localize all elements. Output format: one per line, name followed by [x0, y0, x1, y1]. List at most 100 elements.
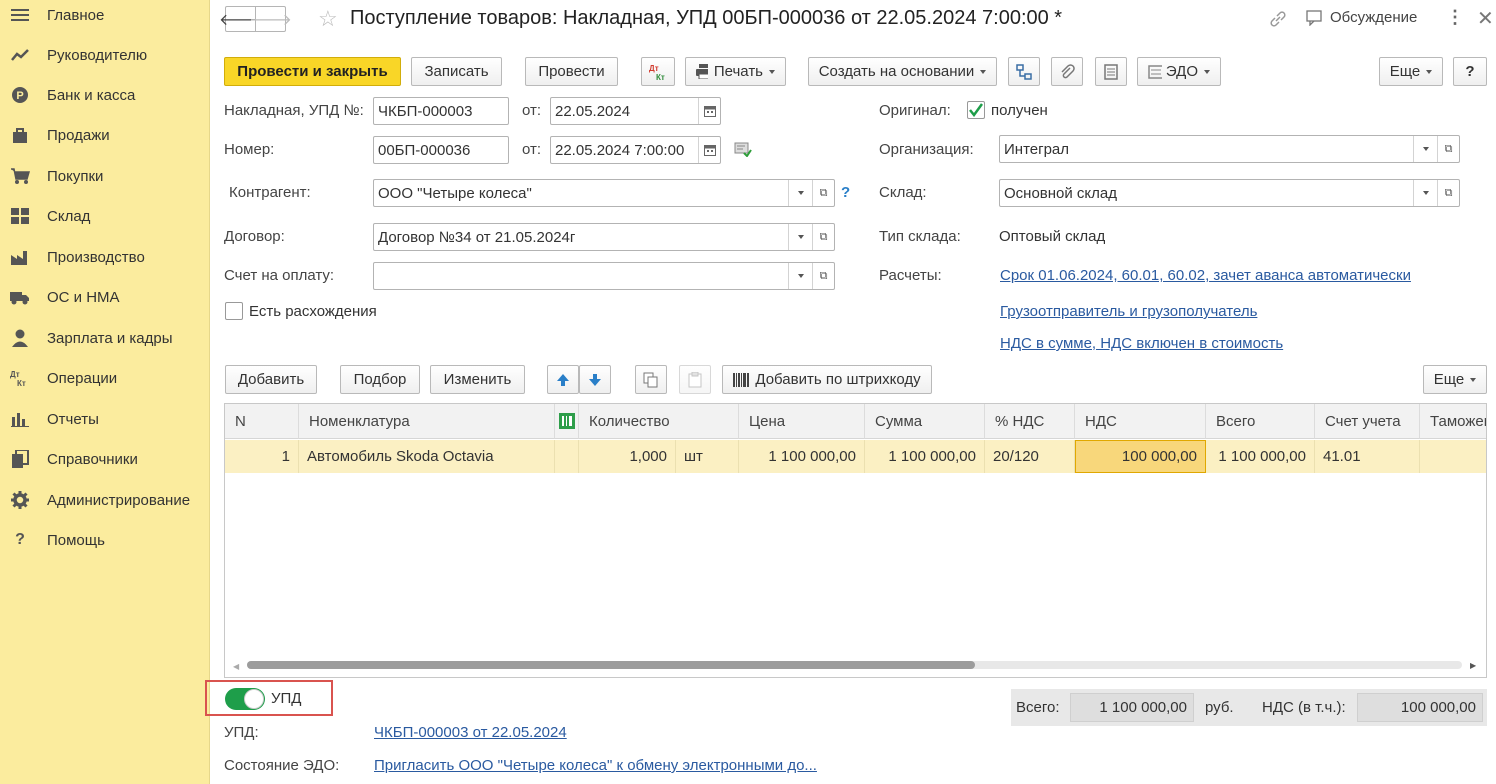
cell-sum[interactable]: 1 100 000,00 [865, 440, 985, 473]
column-header-price[interactable]: Цена [739, 404, 865, 439]
document-icon [1104, 63, 1118, 80]
column-header-quantity[interactable]: Количество [579, 404, 739, 439]
dropdown-icon[interactable] [1413, 180, 1437, 206]
scroll-left-icon[interactable]: ◀ [233, 662, 239, 671]
sidebar-item-bank[interactable]: P Банк и касса [0, 80, 209, 110]
edo-button[interactable]: ЭДО [1137, 57, 1221, 86]
settlements-link[interactable]: Срок 01.06.2024, 60.01, 60.02, зачет ава… [1000, 267, 1411, 284]
structure-button[interactable] [1008, 57, 1040, 86]
sidebar-item-manager[interactable]: Руководителю [0, 40, 209, 70]
copy-button[interactable] [635, 365, 667, 394]
dropdown-icon[interactable] [1413, 136, 1437, 162]
column-header-marking[interactable] [555, 404, 579, 439]
sidebar-item-admin[interactable]: Администрирование [0, 485, 209, 515]
favorite-star-icon[interactable]: ☆ [318, 6, 338, 32]
attach-button[interactable] [1051, 57, 1083, 86]
organization-field[interactable]: Интеграл ⧉ [999, 135, 1460, 163]
open-icon[interactable]: ⧉ [1437, 136, 1459, 162]
open-icon[interactable]: ⧉ [812, 263, 834, 289]
pick-button[interactable]: Подбор [340, 365, 420, 394]
edo-state-link[interactable]: Пригласить ООО "Четыре колеса" к обмену … [374, 757, 822, 774]
change-button[interactable]: Изменить [430, 365, 525, 394]
calendar-icon[interactable] [698, 98, 720, 124]
vat-mode-link[interactable]: НДС в сумме, НДС включен в стоимость [1000, 335, 1283, 352]
column-header-n[interactable]: N [225, 404, 299, 439]
create-based-on-button[interactable]: Создать на основании [808, 57, 997, 86]
save-button[interactable]: Записать [411, 57, 502, 86]
open-icon[interactable]: ⧉ [812, 180, 834, 206]
scroll-right-icon[interactable]: ▶ [1470, 661, 1476, 670]
sidebar-item-main[interactable]: Главное [0, 0, 209, 30]
paste-button[interactable] [679, 365, 711, 394]
number-date-field[interactable]: 22.05.2024 7:00:00 [550, 136, 721, 164]
original-checkbox[interactable] [967, 101, 985, 119]
dt-kt-button[interactable]: Дт Кт [641, 57, 675, 86]
contractor-field[interactable]: ООО "Четыре колеса" ⧉ [373, 179, 835, 207]
cell-account[interactable]: 41.01 [1315, 440, 1420, 473]
payment-invoice-field[interactable]: ⧉ [373, 262, 835, 290]
open-icon[interactable]: ⧉ [812, 224, 834, 250]
discussion-button[interactable]: Обсуждение [1306, 9, 1417, 26]
sidebar-item-warehouse[interactable]: Склад [0, 201, 209, 231]
horizontal-scrollbar[interactable] [247, 661, 1462, 669]
column-header-vat-rate[interactable]: % НДС [985, 404, 1075, 439]
number-edit-icon[interactable] [734, 141, 752, 161]
cell-unit[interactable]: шт [676, 440, 739, 473]
invoice-number-field[interactable]: ЧКБП-000003 [373, 97, 509, 125]
warehouse-field[interactable]: Основной склад ⧉ [999, 179, 1460, 207]
more-vert-icon[interactable]: ⋮ [1446, 7, 1464, 28]
dropdown-icon[interactable] [788, 224, 812, 250]
cell-total[interactable]: 1 100 000,00 [1206, 440, 1315, 473]
calendar-icon[interactable] [698, 137, 720, 163]
cell-marking[interactable] [555, 440, 579, 473]
link-icon[interactable] [1268, 9, 1288, 33]
dropdown-icon[interactable] [788, 263, 812, 289]
dropdown-icon[interactable] [788, 180, 812, 206]
shipper-link[interactable]: Грузоотправитель и грузополучатель [1000, 303, 1257, 320]
document-list-button[interactable] [1095, 57, 1127, 86]
column-header-vat[interactable]: НДС [1075, 404, 1206, 439]
add-by-barcode-button[interactable]: Добавить по штрихкоду [722, 365, 932, 394]
sidebar-item-production[interactable]: Производство [0, 242, 209, 272]
add-row-button[interactable]: Добавить [225, 365, 317, 394]
cell-item[interactable]: Автомобиль Skoda Octavia [299, 440, 555, 473]
more-button[interactable]: Еще [1379, 57, 1443, 86]
open-icon[interactable]: ⧉ [1437, 180, 1459, 206]
number-field[interactable]: 00БП-000036 [373, 136, 509, 164]
close-icon[interactable]: ✕ [1477, 6, 1494, 31]
cell-price[interactable]: 1 100 000,00 [739, 440, 865, 473]
contractor-help-icon[interactable]: ? [841, 184, 850, 201]
scrollbar-thumb[interactable] [247, 661, 975, 669]
upd-link[interactable]: ЧКБП-000003 от 22.05.2024 [374, 724, 567, 741]
cell-customs[interactable] [1420, 440, 1486, 473]
cell-vat[interactable]: 100 000,00 [1075, 440, 1206, 473]
sidebar-item-help[interactable]: ? Помощь [0, 525, 209, 555]
post-and-close-button[interactable]: Провести и закрыть [224, 57, 401, 86]
sidebar-item-assets[interactable]: ОС и НМА [0, 282, 209, 312]
discrepancy-checkbox[interactable] [225, 302, 243, 320]
move-down-button[interactable] [579, 365, 611, 394]
column-header-item[interactable]: Номенклатура [299, 404, 555, 439]
sidebar-item-salary[interactable]: Зарплата и кадры [0, 323, 209, 353]
print-button[interactable]: Печать [685, 57, 786, 86]
upd-toggle[interactable] [225, 688, 265, 710]
column-header-total[interactable]: Всего [1206, 404, 1315, 439]
column-header-customs[interactable]: Таможен [1420, 404, 1486, 439]
contract-field[interactable]: Договор №34 от 21.05.2024г ⧉ [373, 223, 835, 251]
sidebar-item-purchases[interactable]: Покупки [0, 161, 209, 191]
cell-quantity[interactable]: 1,000 [579, 440, 676, 473]
sidebar-item-references[interactable]: Справочники [0, 444, 209, 474]
sidebar-item-sales[interactable]: Продажи [0, 120, 209, 150]
column-header-sum[interactable]: Сумма [865, 404, 985, 439]
help-button[interactable]: ? [1453, 57, 1487, 86]
move-up-button[interactable] [547, 365, 579, 394]
table-more-button[interactable]: Еще [1423, 365, 1487, 394]
invoice-date-field[interactable]: 22.05.2024 [550, 97, 721, 125]
sidebar-item-operations[interactable]: Дт Кт Операции [0, 363, 209, 393]
cell-vat-rate[interactable]: 20/120 [985, 440, 1075, 473]
forward-button[interactable]: 🡒 [249, 6, 292, 32]
cell-n[interactable]: 1 [225, 440, 299, 473]
column-header-account[interactable]: Счет учета [1315, 404, 1420, 439]
post-button[interactable]: Провести [525, 57, 618, 86]
sidebar-item-reports[interactable]: Отчеты [0, 404, 209, 434]
